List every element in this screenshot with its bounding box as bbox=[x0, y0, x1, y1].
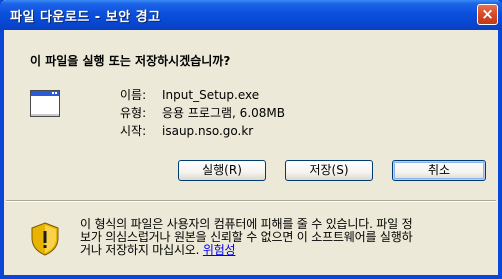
file-type-value: 응용 프로그램, 6.08MB bbox=[162, 106, 285, 120]
title-bar[interactable]: 파일 다운로드 - 보안 경고 × bbox=[0, 0, 502, 30]
risk-link[interactable]: 위험성 bbox=[203, 243, 236, 257]
file-source-value: isaup.nso.go.kr bbox=[162, 124, 254, 138]
shield-warning-icon bbox=[31, 222, 59, 256]
file-source-row: 시작: isaup.nso.go.kr bbox=[120, 122, 253, 139]
save-button[interactable]: 저장(S) bbox=[285, 160, 373, 181]
window-title: 파일 다운로드 - 보안 경고 bbox=[10, 10, 161, 25]
security-warning-text: 이 형식의 파일은 사용자의 컴퓨터에 피해를 줄 수 있습니다. 파일 정 보… bbox=[80, 218, 486, 257]
file-name-row: 이름: Input_Setup.exe bbox=[120, 86, 259, 103]
warning-line-3: 거나 저장하지 마십시오. 위험성 bbox=[80, 244, 486, 257]
close-button[interactable]: × bbox=[477, 4, 498, 25]
file-name-label: 이름: bbox=[120, 88, 147, 102]
file-name-value: Input_Setup.exe bbox=[162, 88, 260, 102]
file-type-row: 유형: 응용 프로그램, 6.08MB bbox=[120, 104, 285, 121]
application-window-icon bbox=[30, 90, 60, 117]
warning-line-3-text: 거나 저장하지 마십시오. bbox=[80, 243, 200, 257]
dialog-question: 이 파일을 실행 또는 저장하시겠습니까? bbox=[30, 54, 231, 68]
cancel-button[interactable]: 취소 bbox=[392, 160, 486, 181]
file-type-label: 유형: bbox=[120, 106, 147, 120]
file-source-label: 시작: bbox=[120, 124, 147, 138]
divider bbox=[6, 200, 496, 202]
run-button[interactable]: 실행(R) bbox=[178, 160, 266, 181]
